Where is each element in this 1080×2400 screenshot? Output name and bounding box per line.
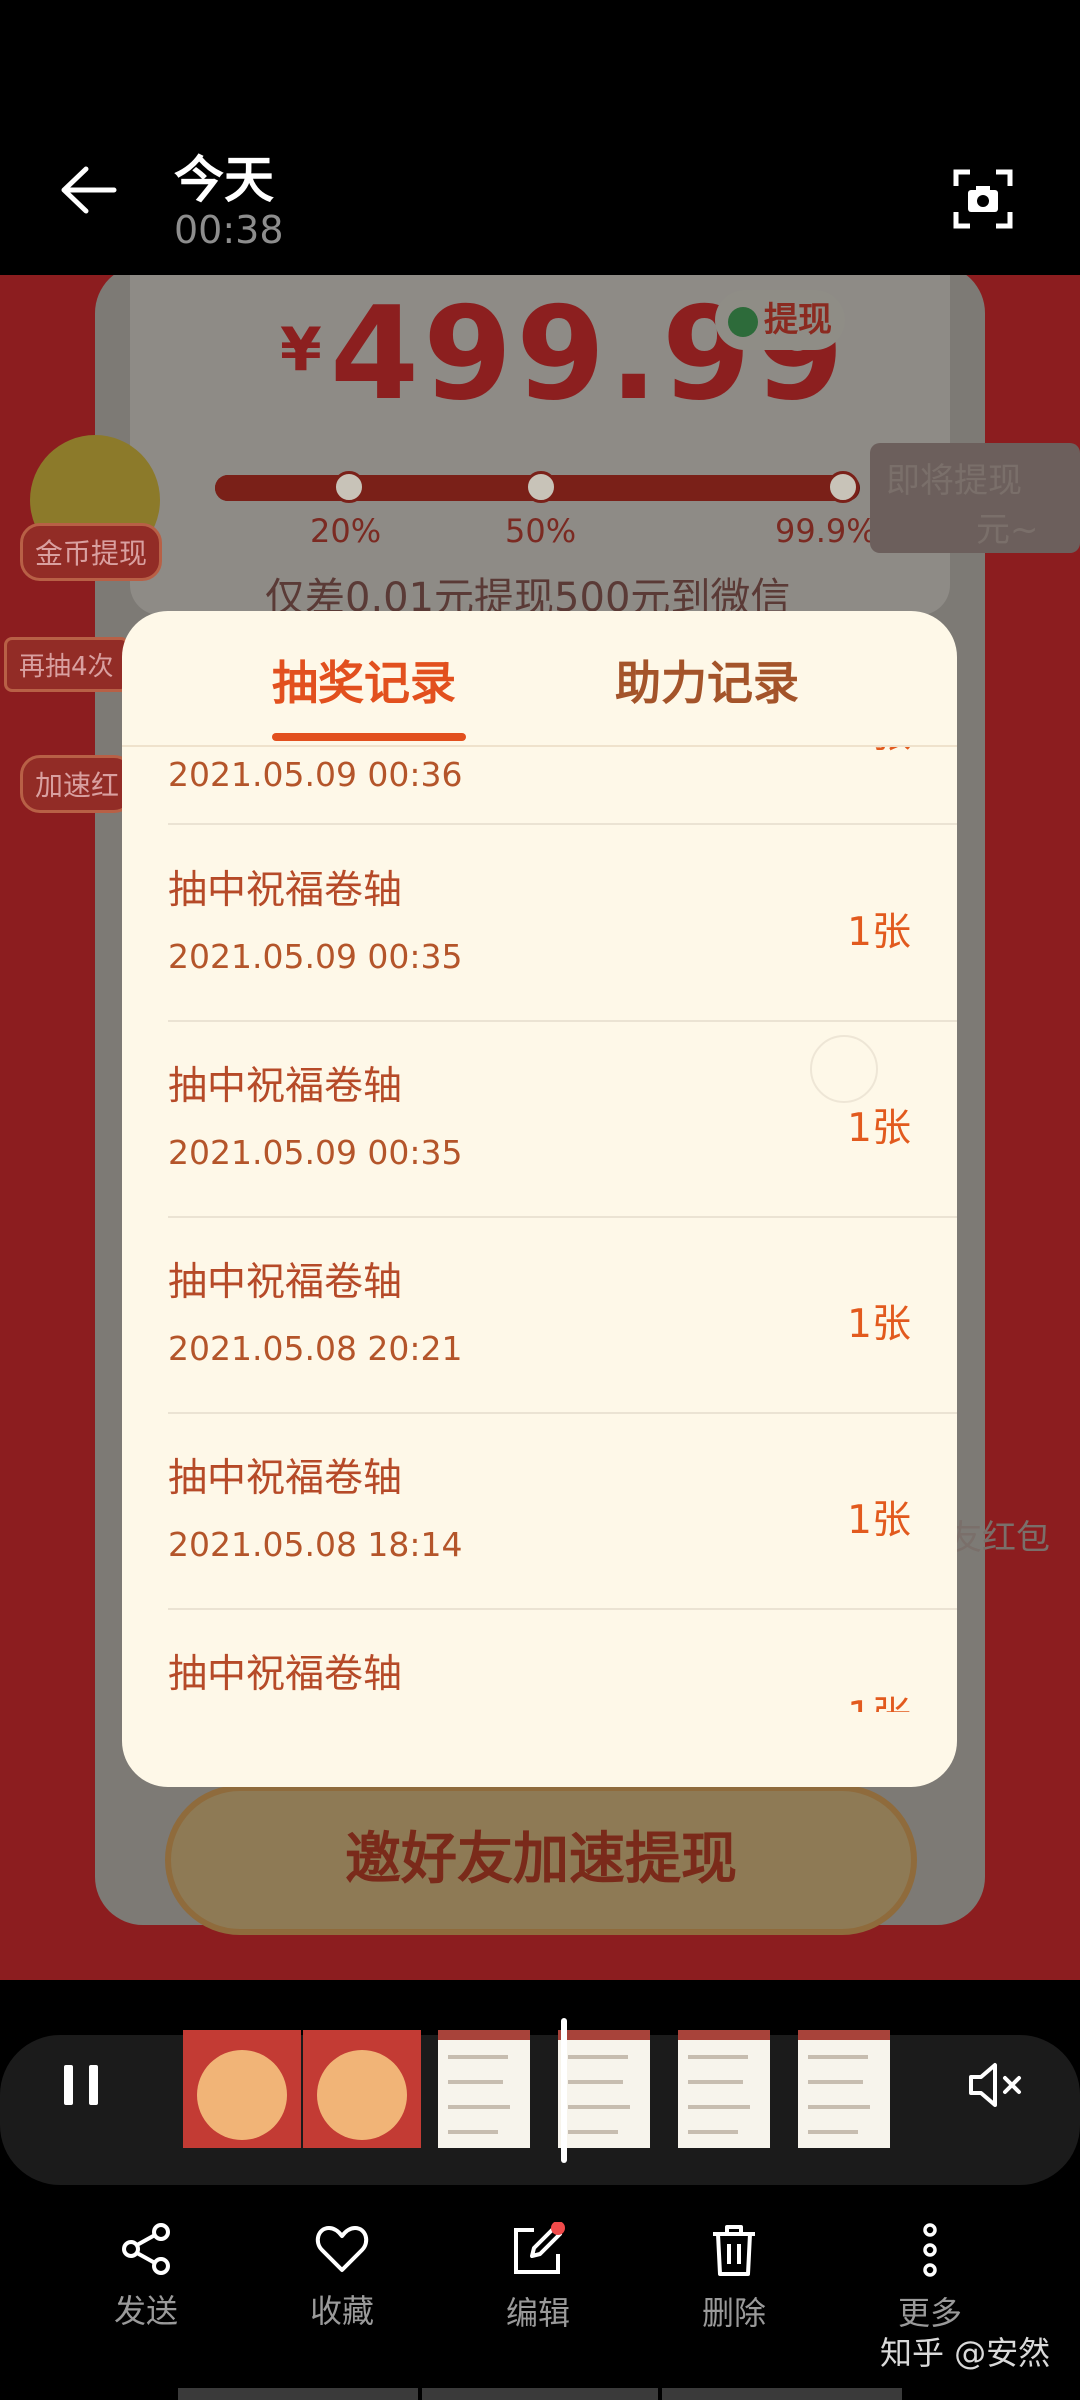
records-list[interactable]: 2021.05.09 00:36 张 抽中祝福卷轴 2021.05.09 00:… bbox=[122, 747, 957, 1712]
touch-indicator bbox=[810, 1035, 878, 1103]
more-button[interactable]: 更多 bbox=[860, 2222, 1000, 2334]
side-notice: 即将提现 元~ bbox=[870, 443, 1080, 553]
record-count: 1张 bbox=[847, 1302, 911, 1347]
record-count: 1张 bbox=[847, 1106, 911, 1151]
milestone-label: 50% bbox=[505, 512, 577, 550]
side-notice-line: 元~ bbox=[976, 510, 1039, 550]
edit-button[interactable]: 编辑 bbox=[468, 2222, 608, 2334]
record-count: 张 bbox=[872, 747, 911, 759]
list-item: 抽中祝福卷轴 2021.05.08 20:21 1张 bbox=[168, 1217, 957, 1414]
milestone-label: 99.9% bbox=[775, 512, 877, 550]
page-title: 今天 bbox=[174, 151, 274, 209]
record-date: 2021.05.09 00:35 bbox=[168, 1133, 463, 1172]
record-title: 抽中祝福卷轴 bbox=[168, 1652, 403, 1697]
list-item: 2021.05.09 00:36 张 bbox=[168, 747, 957, 825]
list-item: 抽中祝福卷轴 2021.05.09 00:35 1张 bbox=[168, 825, 957, 1022]
progress-dot bbox=[525, 471, 557, 503]
record-count: 1张 bbox=[847, 910, 911, 955]
speedup-label: 加速红 bbox=[20, 755, 135, 813]
video-timestamp: 00:38 bbox=[174, 208, 284, 252]
action-label: 编辑 bbox=[505, 2294, 570, 2332]
action-label: 收藏 bbox=[309, 2292, 374, 2330]
records-modal: 抽奖记录 助力记录 2021.05.09 00:36 张 抽中祝福卷轴 2021… bbox=[122, 611, 957, 1787]
camera-frame-icon bbox=[953, 169, 1013, 229]
watermark: 知乎 @安然 bbox=[880, 2334, 1051, 2372]
record-date: 2021.05.08 20:21 bbox=[168, 1329, 463, 1368]
invite-friends-button: 邀好友加速提现 bbox=[165, 1785, 917, 1935]
home-indicator bbox=[178, 2388, 418, 2400]
pause-icon bbox=[64, 2065, 98, 2105]
withdraw-badge: 提现 bbox=[715, 290, 845, 350]
record-title: 抽中祝福卷轴 bbox=[168, 1064, 403, 1109]
timeline-thumbnail bbox=[183, 2030, 301, 2148]
withdraw-badge-label: 提现 bbox=[764, 300, 832, 340]
record-date: 2021.05.08 18:14 bbox=[168, 1525, 463, 1564]
check-icon bbox=[728, 306, 758, 337]
home-indicator bbox=[662, 2388, 902, 2400]
action-label: 发送 bbox=[113, 2292, 178, 2330]
timeline-thumbnail bbox=[558, 2030, 650, 2148]
speaker-muted-icon bbox=[969, 2063, 1021, 2107]
home-indicator bbox=[422, 2388, 658, 2400]
trash-icon bbox=[713, 2225, 755, 2276]
progress-dot bbox=[333, 471, 365, 503]
side-notice-line: 即将提现 bbox=[886, 461, 1022, 501]
favorite-button[interactable]: 收藏 bbox=[272, 2222, 412, 2332]
currency-symbol: ¥ bbox=[280, 315, 322, 385]
screenshot-button[interactable] bbox=[952, 168, 1014, 230]
record-title: 抽中祝福卷轴 bbox=[168, 868, 403, 913]
coin-withdraw-label: 金币提现 bbox=[20, 523, 163, 581]
active-tab-indicator bbox=[272, 733, 466, 741]
pause-button[interactable] bbox=[62, 2063, 100, 2107]
record-count: 1张 bbox=[847, 1498, 911, 1543]
milestone-label: 20% bbox=[310, 512, 382, 550]
progress-bar bbox=[215, 471, 860, 503]
delete-button[interactable]: 删除 bbox=[664, 2222, 804, 2334]
tab-lottery-records[interactable]: 抽奖记录 bbox=[272, 647, 456, 713]
top-bar bbox=[0, 0, 1080, 275]
edit-icon bbox=[514, 2222, 565, 2274]
list-item: 抽中祝福卷轴 1张 bbox=[168, 1609, 957, 1712]
list-item: 抽中祝福卷轴 2021.05.08 18:14 1张 bbox=[168, 1413, 957, 1610]
timeline-thumbnail bbox=[798, 2030, 890, 2148]
redraw-label: 再抽4次 bbox=[4, 637, 129, 692]
timeline-thumbnails[interactable] bbox=[183, 2030, 903, 2148]
record-title: 抽中祝福卷轴 bbox=[168, 1456, 403, 1501]
timeline-thumbnail bbox=[303, 2030, 421, 2148]
friend-redpacket-label: 友红包 bbox=[948, 1518, 1050, 1558]
record-date: 2021.05.09 00:35 bbox=[168, 937, 463, 976]
timeline-thumbnail bbox=[438, 2030, 530, 2148]
share-icon bbox=[122, 2223, 170, 2275]
mute-button[interactable] bbox=[967, 2060, 1025, 2110]
back-arrow-icon bbox=[61, 166, 117, 214]
timeline-thumbnail bbox=[678, 2030, 770, 2148]
more-icon bbox=[923, 2223, 937, 2277]
record-date: 2021.05.09 00:36 bbox=[168, 755, 463, 794]
progress-dot bbox=[827, 471, 859, 503]
send-button[interactable]: 发送 bbox=[76, 2222, 216, 2332]
back-button[interactable] bbox=[58, 165, 138, 245]
timeline-playhead[interactable] bbox=[561, 2018, 567, 2163]
action-label: 删除 bbox=[701, 2294, 766, 2332]
heart-icon bbox=[315, 2226, 369, 2272]
record-count: 1张 bbox=[847, 1685, 911, 1712]
tab-assist-records[interactable]: 助力记录 bbox=[615, 647, 799, 713]
record-title: 抽中祝福卷轴 bbox=[168, 1260, 403, 1305]
